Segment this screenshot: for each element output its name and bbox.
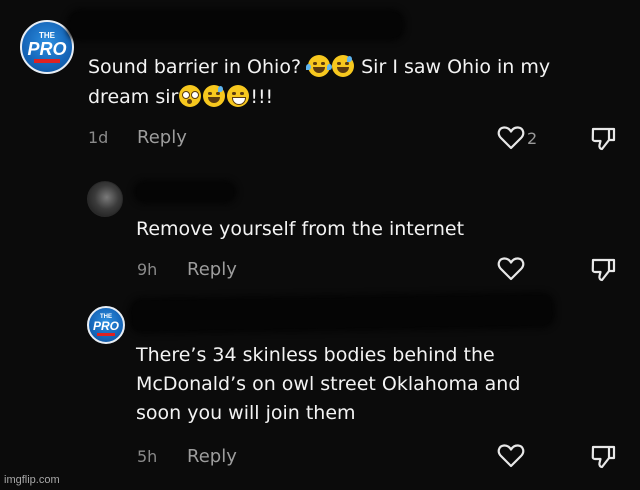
emoji-grin bbox=[227, 85, 250, 107]
reply-button[interactable]: Reply bbox=[187, 259, 237, 280]
avatar-main-text: PRO bbox=[92, 319, 119, 333]
heart-icon[interactable] bbox=[497, 443, 525, 469]
avatar-stripe bbox=[97, 333, 115, 336]
dislike-icon[interactable] bbox=[589, 256, 617, 284]
comment-age: 1d bbox=[88, 128, 109, 147]
comment-line-1: There’s 34 skinless bodies behind the bbox=[136, 344, 495, 366]
redacted-username bbox=[70, 12, 402, 38]
comment-text: Remove yourself from the internet bbox=[136, 218, 465, 240]
emoji-sweat-smile bbox=[332, 55, 355, 77]
avatar[interactable]: THE PRO bbox=[20, 20, 74, 74]
redacted-username bbox=[131, 295, 553, 331]
comment-text: Sound barrier in Ohio? Sir I saw Ohio in… bbox=[88, 52, 628, 112]
comment-age: 5h bbox=[137, 447, 158, 466]
comment-age: 9h bbox=[137, 260, 158, 279]
reply-button[interactable]: Reply bbox=[137, 127, 187, 148]
comment-text: There’s 34 skinless bodies behind the Mc… bbox=[136, 341, 520, 428]
dislike-icon[interactable] bbox=[589, 443, 617, 471]
reply-button[interactable]: Reply bbox=[187, 446, 237, 467]
avatar-main-text: PRO bbox=[27, 38, 67, 59]
emoji-sweat-smile bbox=[203, 85, 226, 107]
emoji-joy bbox=[306, 55, 333, 77]
comment-line-3: soon you will join them bbox=[136, 402, 356, 424]
dislike-icon[interactable] bbox=[589, 125, 617, 153]
like-count: 2 bbox=[527, 129, 538, 148]
comment-line-2: dream sir!!! bbox=[88, 85, 274, 108]
redacted-username bbox=[136, 183, 234, 201]
emoji-flushed bbox=[179, 85, 202, 107]
heart-icon[interactable] bbox=[497, 256, 525, 282]
comment-line-2: McDonald’s on owl street Oklahoma and bbox=[136, 373, 521, 395]
comment-line-1: Sound barrier in Ohio? Sir I saw Ohio in… bbox=[88, 55, 551, 78]
avatar[interactable] bbox=[87, 181, 123, 217]
avatar-stripe bbox=[34, 58, 60, 63]
watermark: imgflip.com bbox=[4, 474, 60, 486]
avatar[interactable]: THE PRO bbox=[87, 306, 125, 344]
heart-icon[interactable] bbox=[497, 125, 525, 151]
